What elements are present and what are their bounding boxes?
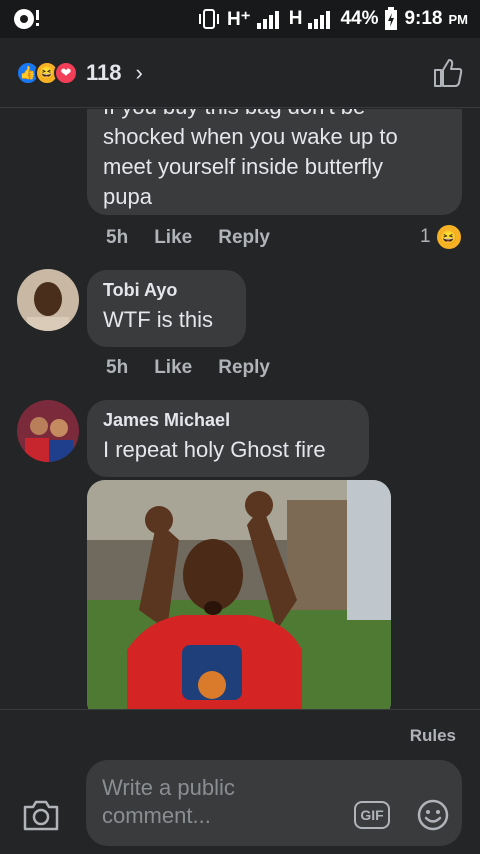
comment-time: 5h bbox=[106, 227, 129, 248]
network-type-1: H⁺ bbox=[226, 8, 251, 30]
comment-text-line: If you buy this bag don't be bbox=[103, 109, 446, 122]
battery-percent: 44% bbox=[340, 8, 379, 29]
comment-actions: 5h Like Reply bbox=[106, 357, 270, 379]
rules-link[interactable]: Rules bbox=[410, 726, 456, 746]
reactions-summary[interactable]: 👍 😆 ❤ 118 › bbox=[16, 60, 143, 86]
signal-icon-1 bbox=[256, 11, 279, 29]
comment-input[interactable]: Write a public comment... GIF bbox=[86, 760, 462, 846]
comment-reaction-number: 1 bbox=[420, 226, 431, 247]
reaction-count: 118 bbox=[86, 59, 122, 85]
haha-icon: 😆 bbox=[436, 225, 461, 249]
comment-input-placeholder: Write a public comment... bbox=[102, 775, 235, 828]
comment-text: I repeat holy Ghost fire bbox=[103, 437, 326, 462]
gif-button[interactable]: GIF bbox=[354, 801, 390, 829]
smiley-icon[interactable] bbox=[416, 798, 450, 832]
messenger-notification-icon bbox=[14, 9, 39, 29]
network-type-2: H bbox=[288, 8, 303, 29]
reply-button[interactable]: Reply bbox=[218, 227, 270, 249]
like-post-button[interactable] bbox=[432, 57, 464, 89]
love-icon: ❤ bbox=[54, 60, 78, 85]
comment-time: 5h bbox=[106, 357, 129, 378]
comment-text: WTF is this bbox=[103, 307, 213, 332]
comment-author[interactable]: Tobi Ayo bbox=[103, 280, 230, 301]
comment-text-line: pupa bbox=[103, 184, 152, 209]
camera-icon[interactable] bbox=[22, 798, 60, 832]
comment-reaction-count[interactable]: 1 😆 bbox=[420, 225, 461, 249]
avatar[interactable] bbox=[17, 269, 79, 331]
comment-feed[interactable]: If you buy this bag don't be shocked whe… bbox=[0, 109, 480, 709]
comment-author[interactable]: James Michael bbox=[103, 410, 353, 431]
clock-ampm: PM bbox=[448, 11, 469, 27]
like-button[interactable]: Like bbox=[154, 357, 192, 379]
battery-charging-icon bbox=[385, 7, 398, 30]
man-raising-fists-photo[interactable] bbox=[87, 480, 391, 709]
signal-icon-2 bbox=[308, 11, 331, 29]
avatar[interactable] bbox=[17, 400, 79, 462]
clock-time: 9:18 bbox=[404, 8, 443, 29]
comment-text-line: meet yourself inside butterfly bbox=[103, 154, 384, 179]
reply-button[interactable]: Reply bbox=[218, 357, 270, 379]
reactions-header: 👍 😆 ❤ 118 › bbox=[0, 38, 480, 108]
comment-composer: Rules Write a public comment... GIF bbox=[0, 709, 480, 854]
comment-bubble: Tobi Ayo WTF is this bbox=[87, 270, 246, 347]
vibrate-icon bbox=[198, 9, 219, 29]
like-button[interactable]: Like bbox=[154, 227, 192, 249]
comment-bubble: James Michael I repeat holy Ghost fire bbox=[87, 400, 369, 477]
chevron-right-icon: › bbox=[135, 59, 143, 85]
status-bar: H⁺ H 44% 9:18 PM bbox=[0, 0, 480, 38]
comment-text-line: shocked when you wake up to bbox=[103, 124, 398, 149]
comment-actions: 5h Like Reply bbox=[106, 227, 270, 249]
comment-bubble: If you buy this bag don't be shocked whe… bbox=[87, 109, 462, 215]
